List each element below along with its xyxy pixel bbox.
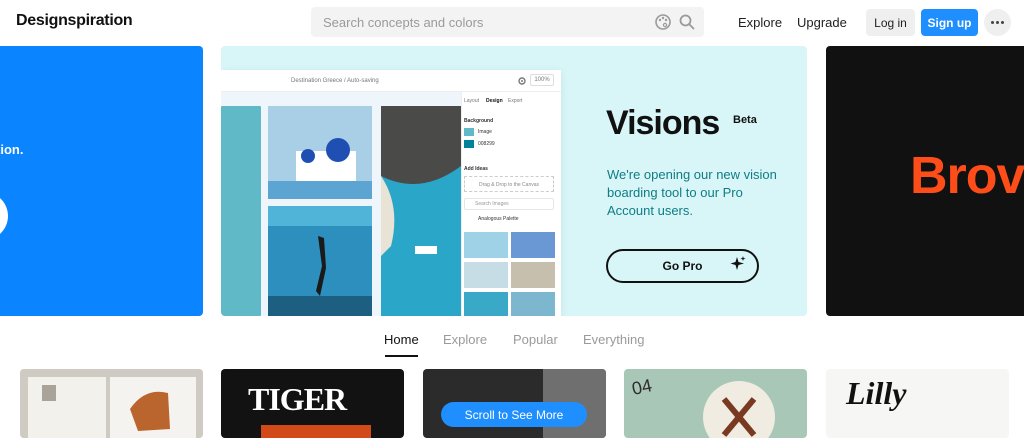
banner-left-text: tion. bbox=[0, 142, 24, 157]
search-bar[interactable] bbox=[311, 7, 704, 37]
panel-search: Search Images bbox=[464, 198, 554, 210]
active-tab-indicator bbox=[385, 355, 418, 357]
panel-color-label: 008299 bbox=[478, 141, 495, 147]
sparkle-icon bbox=[730, 256, 746, 272]
zoom-select: 100% bbox=[530, 74, 554, 86]
panel-thumb bbox=[464, 262, 508, 288]
tab-everything[interactable]: Everything bbox=[583, 332, 644, 347]
visions-description: We're opening our new vision boarding to… bbox=[607, 167, 777, 218]
promo-banner-visions[interactable]: Destination Greece / Auto-saving 100% La… bbox=[221, 46, 807, 316]
tiger-text: TIGER bbox=[248, 381, 347, 417]
login-button[interactable]: Log in bbox=[866, 9, 915, 36]
panel-thumb bbox=[464, 292, 508, 316]
tab-explore[interactable]: Explore bbox=[443, 332, 487, 347]
thumbnail-tiger-blood[interactable]: TIGER bbox=[221, 369, 404, 438]
canvas-image-coast bbox=[381, 106, 461, 316]
tab-popular[interactable]: Popular bbox=[513, 332, 558, 347]
signup-button[interactable]: Sign up bbox=[921, 9, 978, 36]
more-dot-icon bbox=[1001, 21, 1004, 24]
panel-tab-design: Design bbox=[486, 98, 503, 104]
mockup-side-panel: Layout Design Export Background Image 00… bbox=[461, 92, 561, 316]
more-dot-icon bbox=[996, 21, 999, 24]
panel-tab-export: Export bbox=[508, 98, 523, 104]
promo-banner-right[interactable]: Brov bbox=[826, 46, 1024, 316]
thumbnail-compass-card[interactable]: 04 bbox=[624, 369, 807, 438]
banner-right-text: Brov bbox=[910, 147, 1024, 205]
thumbnail-sketchbook[interactable] bbox=[20, 369, 203, 438]
panel-tab-layout: Layout bbox=[464, 98, 480, 104]
banner-left-circle bbox=[0, 192, 8, 240]
mockup-toolbar: Destination Greece / Auto-saving 100% bbox=[221, 70, 561, 92]
visions-mockup: Destination Greece / Auto-saving 100% La… bbox=[221, 70, 561, 316]
tab-home[interactable]: Home bbox=[384, 332, 419, 347]
panel-add-ideas-label: Add Ideas bbox=[464, 166, 488, 172]
tiger-red-band bbox=[261, 425, 371, 438]
top-navbar: Designspiration Explore Upgrade Log in S… bbox=[0, 0, 1024, 46]
canvas-image-pool bbox=[221, 106, 261, 316]
panel-image-label: Image bbox=[478, 129, 492, 135]
logo[interactable]: Designspiration bbox=[16, 12, 133, 30]
mockup-canvas bbox=[221, 92, 461, 316]
lilly-text: Lilly bbox=[846, 375, 907, 411]
canvas-image-santorini bbox=[268, 106, 372, 199]
search-icon[interactable] bbox=[678, 13, 696, 31]
panel-thumb bbox=[511, 292, 555, 316]
panel-palette: Analogous Palette bbox=[478, 216, 519, 222]
promo-banner-left[interactable]: tion. bbox=[0, 46, 203, 316]
feed-tabs: Home Explore Popular Everything bbox=[0, 330, 1024, 358]
search-input[interactable] bbox=[321, 7, 641, 37]
panel-image-swatch bbox=[464, 128, 474, 136]
gear-icon bbox=[517, 76, 527, 86]
more-options-button[interactable] bbox=[984, 9, 1011, 36]
panel-thumb bbox=[511, 262, 555, 288]
mockup-breadcrumb: Destination Greece / Auto-saving bbox=[291, 78, 379, 84]
nav-upgrade[interactable]: Upgrade bbox=[797, 15, 847, 30]
scroll-to-see-more-button[interactable]: Scroll to See More bbox=[441, 402, 587, 427]
panel-thumb bbox=[464, 232, 508, 258]
visions-beta-badge: Beta bbox=[733, 114, 757, 126]
palette-icon[interactable] bbox=[654, 13, 672, 31]
panel-background-label: Background bbox=[464, 118, 494, 124]
more-dot-icon bbox=[991, 21, 994, 24]
panel-thumb bbox=[511, 232, 555, 258]
thumbnail-lilly-turner[interactable]: Lilly bbox=[826, 369, 1009, 438]
nav-explore[interactable]: Explore bbox=[738, 15, 782, 30]
panel-dropzone: Drag & Drop to the Canvas bbox=[464, 176, 554, 192]
panel-color-swatch bbox=[464, 140, 474, 148]
canvas-image-diver bbox=[268, 206, 372, 316]
visions-title: Visions bbox=[606, 104, 720, 142]
